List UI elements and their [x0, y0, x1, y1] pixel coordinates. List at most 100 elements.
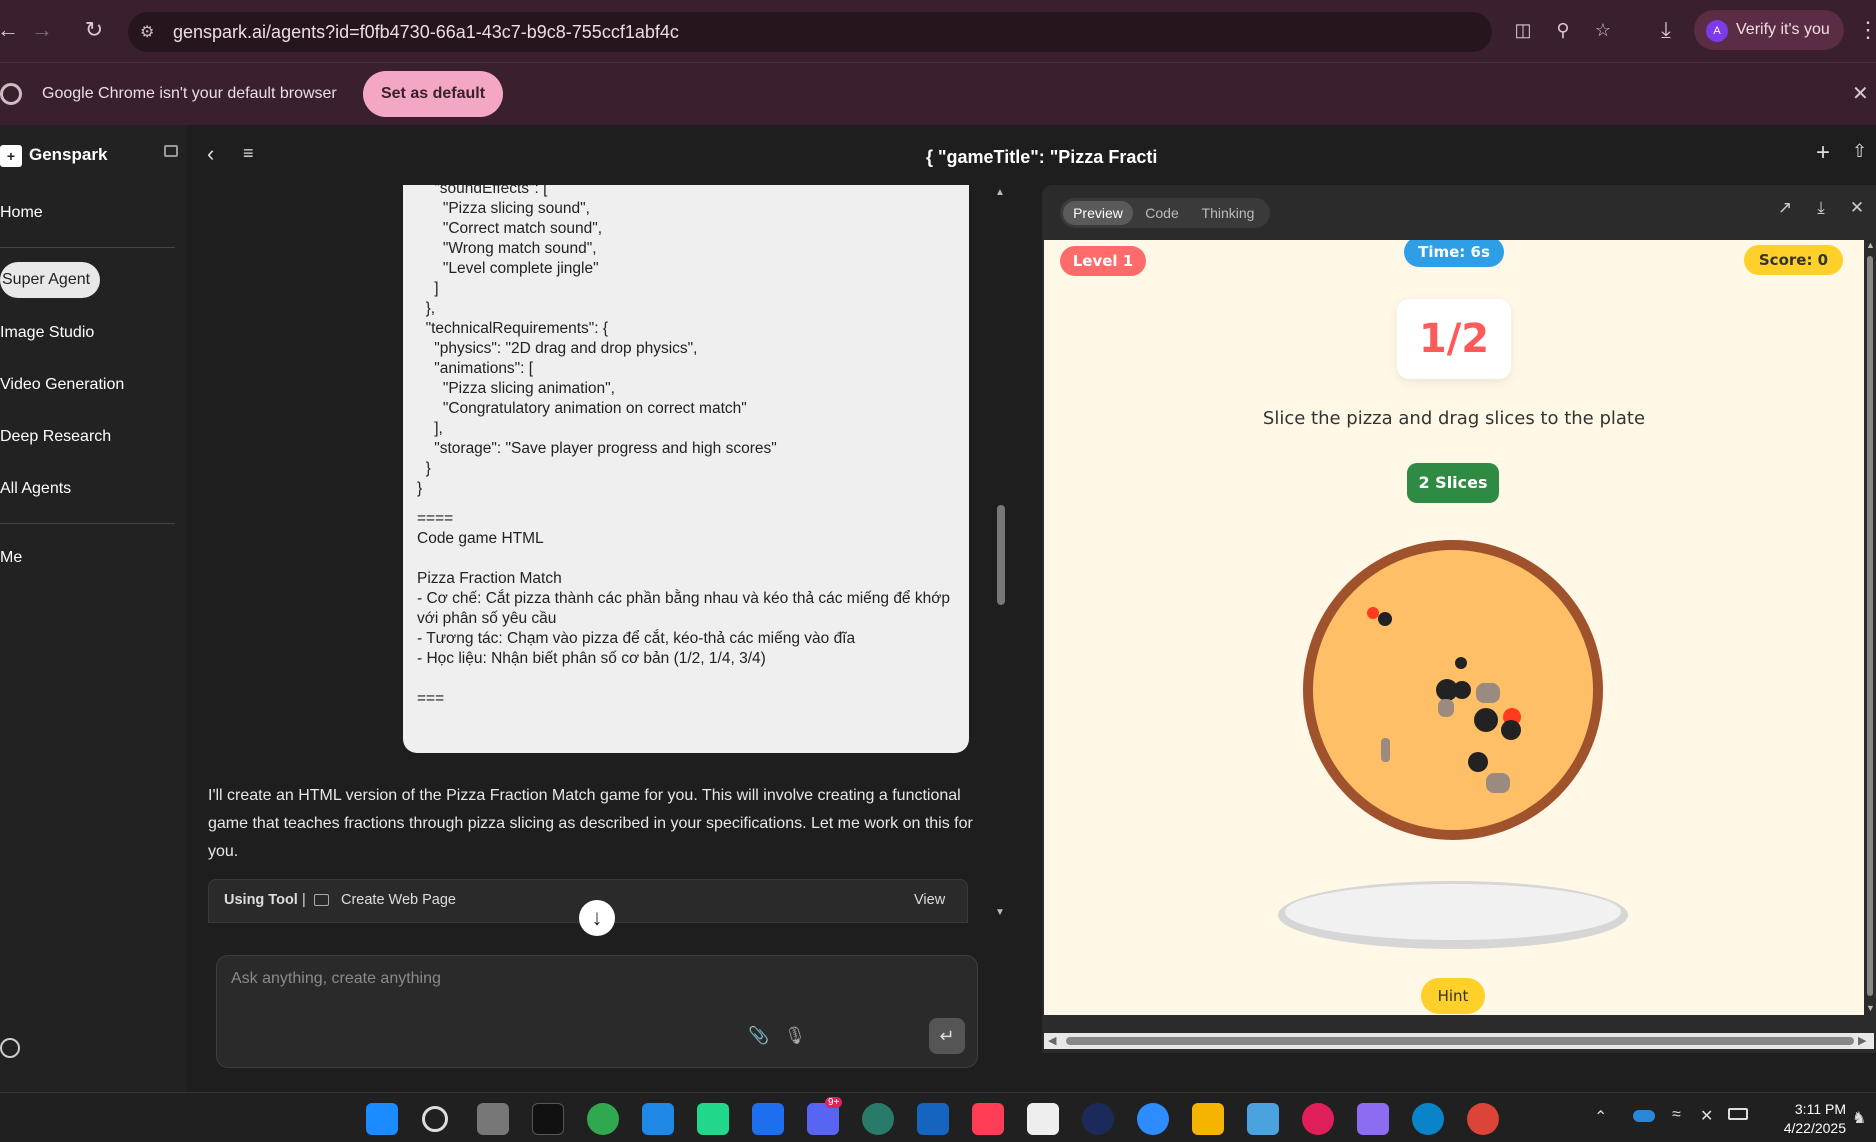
game-description-text: ==== Code game HTML Pizza Fraction Match…	[417, 510, 951, 707]
sidebar-item-all-agents[interactable]: All Agents	[0, 480, 71, 498]
close-icon[interactable]: ✕	[1852, 81, 1869, 106]
close-icon[interactable]: ✕	[1844, 198, 1870, 224]
genspark-logo-icon: +	[0, 145, 22, 167]
new-chat-icon[interactable]: +	[1816, 139, 1830, 167]
sidebar-item-image-studio[interactable]: Image Studio	[0, 324, 94, 342]
game-vertical-scrollbar[interactable]: ▲ ▼	[1864, 240, 1876, 1015]
menu-icon[interactable]: ⋮	[1852, 14, 1876, 46]
scroll-down-arrow-icon[interactable]: ▼	[1866, 1003, 1875, 1013]
sidebar-item-video-generation[interactable]: Video Generation	[0, 376, 124, 394]
file-explorer-icon[interactable]	[1192, 1103, 1224, 1135]
collapse-sidebar-icon[interactable]	[164, 145, 178, 157]
tab-thinking[interactable]: Thinking	[1190, 201, 1266, 225]
plate[interactable]	[1276, 878, 1630, 952]
composer: 📎 🎙 ↵	[216, 955, 978, 1068]
app-icon[interactable]	[862, 1103, 894, 1135]
address-bar[interactable]: ⚙ genspark.ai/agents?id=f0fb4730-66a1-43…	[128, 12, 1611, 52]
set-default-button[interactable]: Set as default	[363, 71, 503, 117]
app-icon[interactable]	[1082, 1103, 1114, 1135]
wifi-icon[interactable]: ≈	[1672, 1106, 1681, 1124]
clock-date[interactable]: 4/22/2025	[1772, 1120, 1846, 1136]
pizza[interactable]	[1300, 537, 1606, 843]
open-external-icon[interactable]: ↗	[1772, 198, 1798, 224]
scroll-right-arrow-icon[interactable]: ▶	[1858, 1034, 1866, 1047]
chrome-icon[interactable]	[1467, 1103, 1499, 1135]
game-canvas: Level 1 Time: 6s Score: 0 1/2 Slice the …	[1044, 240, 1864, 1015]
app-icon[interactable]	[972, 1103, 1004, 1135]
windows-start-icon[interactable]	[366, 1103, 398, 1135]
edge-dev-icon[interactable]	[587, 1103, 619, 1135]
bookmark-star-icon[interactable]: ☆	[1590, 20, 1616, 44]
slack-icon[interactable]	[1302, 1103, 1334, 1135]
attach-icon[interactable]: 📎	[747, 1026, 771, 1050]
back-arrow-icon[interactable]: ‹	[207, 141, 214, 167]
plate-surface	[1285, 884, 1621, 940]
app-icon[interactable]	[532, 1103, 564, 1135]
clock-time[interactable]: 3:11 PM	[1786, 1101, 1846, 1117]
olive-topping	[1501, 720, 1521, 740]
chevron-up-icon[interactable]: ⌃	[1594, 1107, 1607, 1127]
sidebar-item-deep-research[interactable]: Deep Research	[0, 428, 111, 446]
site-settings-icon[interactable]: ⚙	[140, 22, 160, 42]
pycharm-icon[interactable]	[697, 1103, 729, 1135]
scroll-left-arrow-icon[interactable]: ◀	[1048, 1034, 1056, 1047]
share-icon[interactable]: ⇧	[1852, 141, 1867, 162]
install-app-icon[interactable]: ◫	[1510, 20, 1536, 44]
chat-scrollbar[interactable]: ▲ ▼	[991, 185, 1009, 927]
sidebar-item-super-agent[interactable]: Super Agent	[0, 262, 100, 298]
scrollbar-thumb[interactable]	[997, 505, 1005, 605]
onedrive-icon[interactable]	[1633, 1110, 1655, 1122]
mushroom-topping	[1486, 773, 1510, 793]
tab-preview[interactable]: Preview	[1063, 201, 1133, 225]
app-sidebar: + Genspark Home Super Agent Image Studio…	[0, 125, 187, 1092]
windows-taskbar: 9+ ⌃ ≈ ✕ 3:11 PM 4/22/2025 ♞	[0, 1092, 1876, 1142]
notification-bell-icon[interactable]: ♞	[1852, 1108, 1866, 1128]
volume-muted-icon[interactable]: ✕	[1700, 1106, 1713, 1126]
send-button[interactable]: ↵	[929, 1018, 965, 1054]
microphone-icon[interactable]: 🎙	[783, 1026, 807, 1050]
list-menu-icon[interactable]: ≡	[243, 143, 254, 164]
search-icon[interactable]	[422, 1106, 448, 1132]
battery-icon[interactable]	[1728, 1108, 1748, 1120]
hint-button[interactable]: Hint	[1421, 978, 1485, 1014]
sidebar-item-me[interactable]: Me	[0, 549, 22, 567]
scrollbar-thumb[interactable]	[1867, 256, 1873, 996]
forward-icon[interactable]: →	[26, 14, 58, 46]
scroll-up-arrow-icon[interactable]: ▲	[995, 187, 1005, 198]
slices-button[interactable]: 2 Slices	[1407, 463, 1499, 503]
app-icon[interactable]	[1027, 1103, 1059, 1135]
zoom-icon[interactable]: ⚲	[1550, 20, 1576, 44]
scroll-to-bottom-icon[interactable]: ↓	[579, 900, 615, 936]
webstorm-icon[interactable]	[752, 1103, 784, 1135]
vscode-icon[interactable]	[642, 1103, 674, 1135]
sidebar-divider	[0, 523, 175, 524]
verify-profile-button[interactable]: A Verify it's you	[1694, 10, 1844, 50]
scroll-up-arrow-icon[interactable]: ▲	[1866, 240, 1875, 250]
settings-icon[interactable]	[0, 1038, 20, 1058]
sidebar-divider	[0, 247, 175, 248]
reload-icon[interactable]: ↻	[78, 14, 110, 46]
mushroom-topping	[1476, 683, 1500, 703]
chat-header: ‹ ≡ { "gameTitle": "Pizza Fracti + ⇧	[187, 125, 1876, 185]
message-input[interactable]	[231, 970, 951, 988]
banner-message: Google Chrome isn't your default browser	[42, 85, 337, 102]
olive-topping	[1453, 681, 1471, 699]
app-icon[interactable]	[1357, 1103, 1389, 1135]
edge-icon[interactable]	[1412, 1103, 1444, 1135]
scroll-down-arrow-icon[interactable]: ▼	[995, 907, 1005, 918]
sidebar-item-home[interactable]: Home	[0, 204, 43, 222]
view-tool-button[interactable]: View	[914, 892, 945, 908]
notepad-icon[interactable]	[1247, 1103, 1279, 1135]
discord-icon[interactable]: 9+	[807, 1097, 843, 1135]
tab-code[interactable]: Code	[1136, 201, 1188, 225]
app-icon[interactable]	[917, 1103, 949, 1135]
back-icon[interactable]: ←	[0, 14, 24, 46]
download-icon[interactable]: ⤓	[1808, 198, 1834, 224]
scrollbar-thumb[interactable]	[1066, 1037, 1854, 1045]
zoom-icon[interactable]	[1137, 1103, 1169, 1135]
tool-name: Create Web Page	[341, 892, 456, 908]
task-view-icon[interactable]	[477, 1103, 509, 1135]
game-horizontal-scrollbar[interactable]: ◀ ▶	[1044, 1033, 1874, 1049]
download-icon[interactable]: ⤓	[1650, 14, 1682, 46]
url-text[interactable]: genspark.ai/agents?id=f0fb4730-66a1-43c7…	[173, 22, 679, 43]
